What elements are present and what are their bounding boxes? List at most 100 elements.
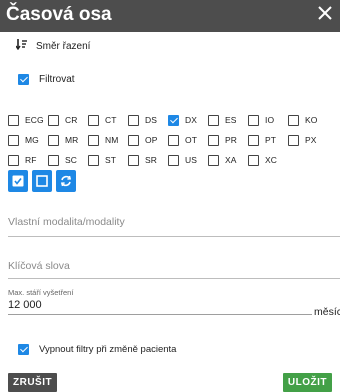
modality-checkbox[interactable] <box>208 154 219 166</box>
deselect-all-button[interactable] <box>32 170 52 192</box>
modality-checkbox[interactable] <box>88 154 99 166</box>
modality-checkbox[interactable] <box>8 134 19 146</box>
modality-label: CT <box>105 115 117 125</box>
modality-option[interactable]: PR <box>208 134 248 146</box>
modality-label: PT <box>265 135 277 145</box>
modality-checkbox[interactable] <box>8 154 19 166</box>
modality-label: SC <box>65 155 78 165</box>
filter-label: Filtrovat <box>39 74 75 85</box>
modality-checkbox[interactable] <box>208 134 219 146</box>
modality-label: PX <box>305 135 317 145</box>
sort-icon <box>15 37 28 55</box>
modality-label: ST <box>105 155 117 165</box>
custom-modality-placeholder: Vlastní modalita/modality <box>8 216 125 228</box>
modality-checkbox[interactable] <box>88 114 99 126</box>
modality-checkbox[interactable] <box>128 134 139 146</box>
modality-option[interactable]: US <box>168 154 208 166</box>
disable-filters-label: Vypnout filtry při změně pacienta <box>39 344 177 355</box>
modality-option[interactable]: SC <box>48 154 88 166</box>
custom-modality-underline <box>8 236 340 237</box>
dialog-title: Časová osa <box>6 4 112 25</box>
modality-option[interactable]: PT <box>248 134 288 146</box>
modality-checkbox[interactable] <box>248 154 259 166</box>
modality-checkbox[interactable] <box>288 134 299 146</box>
modality-label: DX <box>185 115 198 125</box>
modality-checkbox[interactable] <box>248 134 259 146</box>
reset-icon <box>60 175 72 187</box>
close-icon[interactable] <box>316 4 334 22</box>
disable-filters-toggle[interactable]: Vypnout filtry při změně pacienta <box>18 344 176 355</box>
modality-label: ECG <box>25 115 44 125</box>
max-age-label: Max. stáří vyšetření <box>8 288 74 297</box>
modality-checkbox[interactable] <box>48 114 59 126</box>
modality-label: SR <box>145 155 158 165</box>
modality-option[interactable]: ST <box>88 154 128 166</box>
modality-checkbox[interactable] <box>88 134 99 146</box>
modality-checkbox[interactable] <box>8 114 19 126</box>
modality-label: RF <box>25 155 37 165</box>
modality-checkbox[interactable] <box>168 134 179 146</box>
modality-checkbox[interactable] <box>128 114 139 126</box>
modality-option[interactable]: XA <box>208 154 248 166</box>
modality-option[interactable]: SR <box>128 154 168 166</box>
modality-checkbox[interactable] <box>208 114 219 126</box>
max-age-field[interactable]: Max. stáří vyšetření 12 000 měsíců <box>8 288 340 324</box>
modality-checkbox[interactable] <box>48 154 59 166</box>
max-age-unit: měsíců <box>314 306 340 318</box>
modality-option[interactable]: IO <box>248 114 288 126</box>
filter-toggle[interactable]: Filtrovat <box>18 74 75 85</box>
modality-option[interactable]: RF <box>8 154 48 166</box>
modality-label: MR <box>65 135 79 145</box>
select-all-button[interactable] <box>8 170 28 192</box>
modality-option[interactable]: MR <box>48 134 88 146</box>
modality-checkbox[interactable] <box>168 114 179 126</box>
modality-label: NM <box>105 135 119 145</box>
modality-label: OT <box>185 135 198 145</box>
cancel-button[interactable]: ZRUŠIT <box>8 373 58 392</box>
dialog-header: Časová osa <box>0 0 340 32</box>
modality-option[interactable]: DS <box>128 114 168 126</box>
max-age-value[interactable]: 12 000 <box>8 299 42 311</box>
modality-checkbox[interactable] <box>128 154 139 166</box>
modality-option[interactable]: MG <box>8 134 48 146</box>
modality-option[interactable]: CT <box>88 114 128 126</box>
disable-filters-checkbox[interactable] <box>18 344 29 355</box>
modality-row: ECG CR CT DS DX ES IO KO <box>8 110 338 130</box>
modality-option[interactable]: XC <box>248 154 288 166</box>
select-all-icon <box>12 175 24 187</box>
custom-modality-field[interactable]: Vlastní modalita/modality <box>8 212 340 237</box>
modality-label: ES <box>225 115 237 125</box>
modality-option[interactable]: KO <box>288 114 328 126</box>
modality-label: XC <box>265 155 278 165</box>
reset-button[interactable] <box>56 170 76 192</box>
modality-label: KO <box>305 115 318 125</box>
modality-option[interactable]: OT <box>168 134 208 146</box>
keywords-field[interactable]: Klíčová slova <box>8 256 340 279</box>
save-button[interactable]: ULOŽIT <box>282 373 332 392</box>
modality-checkbox[interactable] <box>168 154 179 166</box>
sort-label: Směr řazení <box>36 40 91 52</box>
modality-checkbox[interactable] <box>248 114 259 126</box>
modality-option[interactable]: CR <box>48 114 88 126</box>
modality-checkbox[interactable] <box>288 114 299 126</box>
modality-label: PR <box>225 135 238 145</box>
modality-row: MG MR NM OP OT PR PT PX <box>8 130 338 150</box>
modality-label: OP <box>145 135 158 145</box>
modality-option[interactable]: OP <box>128 134 168 146</box>
modality-actions <box>8 170 76 192</box>
modality-label: XA <box>225 155 237 165</box>
modality-option[interactable]: ES <box>208 114 248 126</box>
modality-option[interactable]: ECG <box>8 114 48 126</box>
filter-checkbox[interactable] <box>18 74 29 85</box>
modality-label: US <box>185 155 198 165</box>
deselect-all-icon <box>36 175 48 187</box>
modality-option[interactable]: DX <box>168 114 208 126</box>
sort-direction-button[interactable]: Směr řazení <box>15 37 91 55</box>
keywords-placeholder: Klíčová slova <box>8 260 70 272</box>
modality-label: IO <box>265 115 275 125</box>
modality-grid: ECG CR CT DS DX ES IO KO MG MR NM OP OT PR PT PX RF SC ST S… <box>8 110 338 170</box>
max-age-underline <box>8 314 312 315</box>
modality-option[interactable]: PX <box>288 134 328 146</box>
modality-option[interactable]: NM <box>88 134 128 146</box>
modality-checkbox[interactable] <box>48 134 59 146</box>
